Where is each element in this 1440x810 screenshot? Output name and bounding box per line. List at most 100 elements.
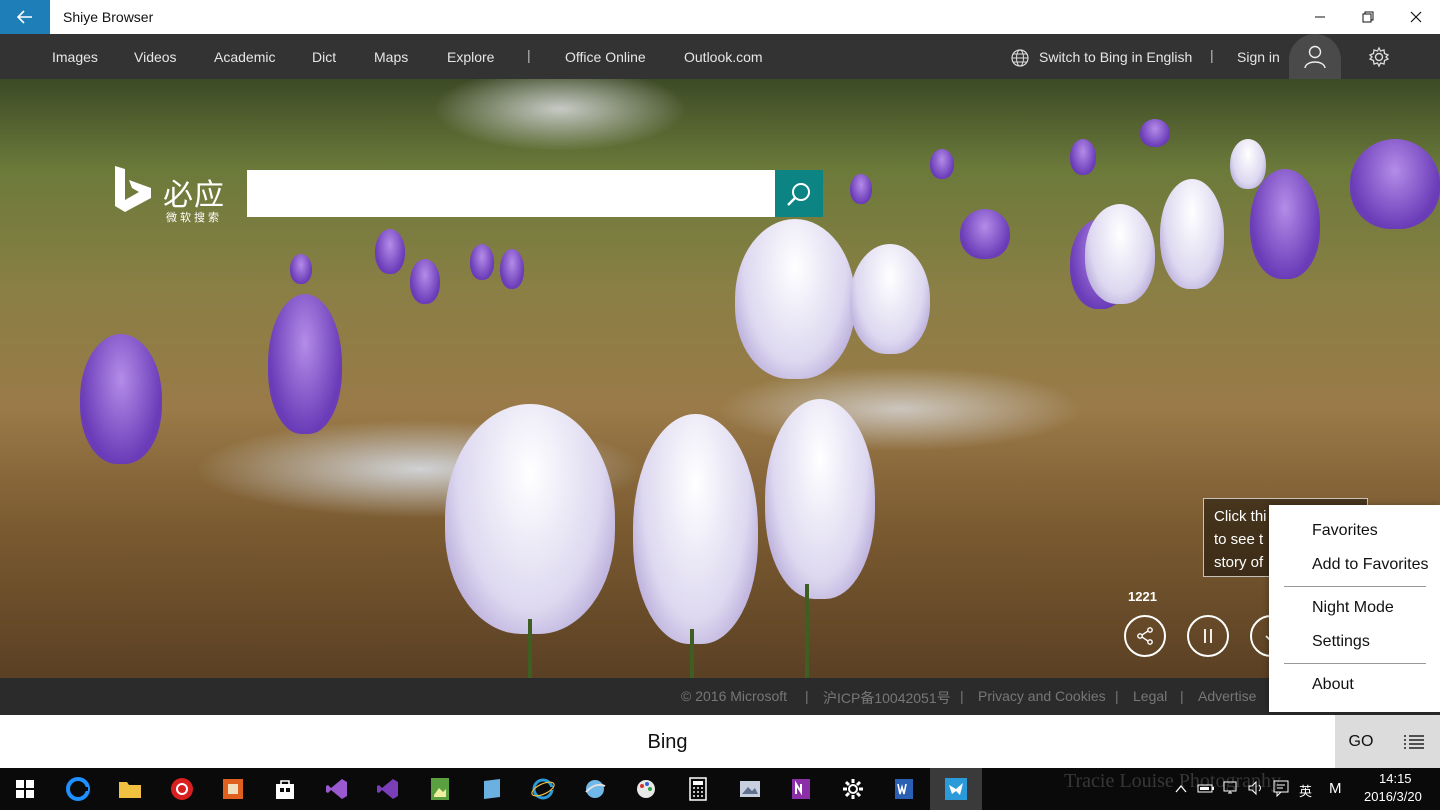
go-button[interactable]: GO: [1335, 715, 1387, 768]
calculator-icon: [689, 777, 707, 801]
nav-videos[interactable]: Videos: [134, 49, 177, 65]
search-button[interactable]: [775, 170, 823, 217]
internet-explorer-icon: [531, 778, 555, 800]
logo-subtitle: 微软搜索: [166, 211, 222, 224]
share-button[interactable]: [1124, 615, 1166, 657]
share-count: 1221: [1128, 589, 1157, 604]
store-button[interactable]: [270, 774, 300, 804]
paint-app-button[interactable]: [631, 774, 661, 804]
search-icon: [787, 182, 810, 206]
visual-studio-button[interactable]: [322, 774, 352, 804]
close-icon: [1410, 11, 1422, 23]
search-input[interactable]: [247, 170, 775, 217]
vb-icon: [377, 779, 398, 799]
battery-icon[interactable]: [1197, 781, 1215, 795]
chevron-up-icon[interactable]: [1175, 784, 1187, 794]
settings-gear-icon: [843, 779, 863, 799]
clock-time[interactable]: 14:15: [1379, 771, 1412, 786]
restore-button[interactable]: [1344, 0, 1392, 34]
sign-in-link[interactable]: Sign in: [1237, 49, 1280, 65]
photos-button[interactable]: [735, 774, 765, 804]
image-editor-button[interactable]: [425, 774, 455, 804]
input-mode-indicator[interactable]: M: [1329, 780, 1342, 797]
clock-date[interactable]: 2016/3/20: [1364, 789, 1422, 804]
menu-divider: [1284, 586, 1426, 587]
footer-advertise-link[interactable]: Advertise: [1198, 688, 1256, 704]
menu-item-favorites[interactable]: Favorites: [1312, 522, 1378, 540]
footer-icp-link[interactable]: 沪ICP备10042051号: [823, 688, 951, 708]
footer-legal-link[interactable]: Legal: [1133, 688, 1167, 704]
nav-images[interactable]: Images: [52, 49, 98, 65]
shiye-browser-taskbar-button[interactable]: [941, 774, 971, 804]
ie-button[interactable]: [528, 774, 558, 804]
nav-maps[interactable]: Maps: [374, 49, 408, 65]
taskbar: Tracie Louise Photography 英 M 14:15 2016…: [0, 768, 1440, 810]
menu-list-button[interactable]: [1387, 715, 1440, 768]
picture-icon: [431, 778, 449, 800]
calculator-button[interactable]: [683, 774, 713, 804]
address-input[interactable]: Bing: [0, 731, 1335, 754]
footer-sep-4: |: [1180, 688, 1184, 704]
switch-language-link[interactable]: Switch to Bing in English: [1039, 49, 1192, 65]
nav-academic[interactable]: Academic: [214, 49, 275, 65]
app-taskbar-button-10[interactable]: [477, 774, 507, 804]
vb-app-button[interactable]: [373, 774, 403, 804]
footer-copyright: © 2016 Microsoft: [681, 688, 788, 704]
volume-icon[interactable]: [1247, 780, 1265, 796]
pause-icon: [1204, 629, 1212, 643]
address-bar: Bing GO: [0, 715, 1440, 768]
menu-item-about[interactable]: About: [1312, 676, 1354, 694]
menu-divider-2: [1284, 663, 1426, 664]
app-taskbar-button-12[interactable]: [580, 774, 610, 804]
paint-icon: [637, 780, 655, 798]
app-blue-icon: [484, 779, 500, 799]
page-footer: © 2016 Microsoft | 沪ICP备10042051号 | Priv…: [0, 678, 1440, 715]
app-taskbar-button-4[interactable]: [218, 774, 248, 804]
edge-taskbar-button[interactable]: [63, 774, 93, 804]
gear-icon: [1368, 46, 1390, 68]
close-button[interactable]: [1392, 0, 1440, 34]
footer-sep-3: |: [1115, 688, 1119, 704]
settings-app-button[interactable]: [838, 774, 868, 804]
nav-outlook[interactable]: Outlook.com: [684, 49, 763, 65]
app-orange-icon: [223, 779, 243, 799]
file-explorer-button[interactable]: [115, 774, 145, 804]
start-button[interactable]: [10, 774, 40, 804]
footer-privacy-link[interactable]: Privacy and Cookies: [978, 688, 1106, 704]
menu-item-settings[interactable]: Settings: [1312, 633, 1370, 651]
menu-item-add-to-favorites[interactable]: Add to Favorites: [1312, 556, 1429, 574]
minimize-button[interactable]: [1296, 0, 1344, 34]
browser-app-icon: [945, 778, 967, 800]
footer-sep-2: |: [960, 688, 964, 704]
ime-indicator[interactable]: 英: [1299, 781, 1312, 800]
netease-music-button[interactable]: [167, 774, 197, 804]
netease-icon: [171, 778, 193, 800]
store-icon: [276, 780, 294, 799]
title-bar: Shiye Browser: [0, 0, 1440, 34]
pause-button[interactable]: [1187, 615, 1229, 657]
back-button[interactable]: [0, 0, 50, 34]
share-icon: [1137, 627, 1153, 645]
menu-item-night-mode[interactable]: Night Mode: [1312, 599, 1394, 617]
network-icon[interactable]: [1222, 780, 1240, 796]
nav-office-online[interactable]: Office Online: [565, 49, 646, 65]
word-button[interactable]: [889, 774, 919, 804]
nav-explore[interactable]: Explore: [447, 49, 494, 65]
nav-divider: |: [527, 47, 531, 63]
nav-divider-2: |: [1210, 47, 1214, 63]
logo-text: 必应: [163, 178, 225, 213]
bing-logo[interactable]: 必应 微软搜索: [113, 164, 233, 224]
nav-dict[interactable]: Dict: [312, 49, 336, 65]
folder-icon: [119, 782, 141, 798]
settings-gear-button[interactable]: [1366, 44, 1392, 70]
photos-icon: [740, 781, 760, 797]
onenote-button[interactable]: [786, 774, 816, 804]
avatar[interactable]: [1289, 34, 1341, 79]
footer-sep-1: |: [805, 688, 809, 704]
user-icon: [1304, 45, 1326, 68]
notification-icon[interactable]: [1272, 779, 1290, 797]
word-icon: [895, 779, 913, 799]
bing-nav-bar: Images Videos Academic Dict Maps Explore…: [0, 34, 1440, 79]
minimize-icon: [1315, 16, 1325, 18]
edge-icon: [66, 777, 90, 801]
